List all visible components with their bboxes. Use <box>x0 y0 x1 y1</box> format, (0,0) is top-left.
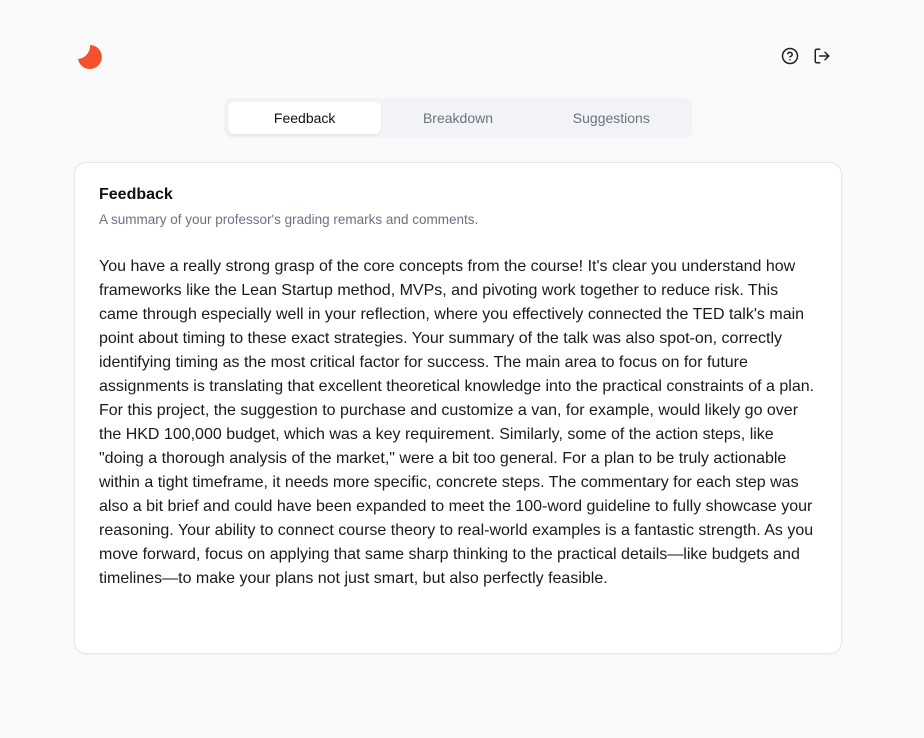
logout-icon[interactable] <box>812 44 832 68</box>
card-subtitle: A summary of your professor's grading re… <box>99 212 479 227</box>
tab-bar: Feedback Breakdown Suggestions <box>224 98 692 138</box>
tab-suggestions[interactable]: Suggestions <box>535 102 688 134</box>
tab-feedback[interactable]: Feedback <box>228 102 382 134</box>
help-circle-icon[interactable] <box>780 44 800 68</box>
header-actions <box>780 44 832 68</box>
page: Feedback Breakdown Suggestions Feedback … <box>0 0 924 738</box>
card-title: Feedback <box>99 186 173 203</box>
crescent-logo-icon[interactable] <box>76 44 102 70</box>
tab-breakdown[interactable]: Breakdown <box>381 102 534 134</box>
feedback-card: Feedback A summary of your professor's g… <box>74 162 842 654</box>
feedback-text: You have a really strong grasp of the co… <box>99 258 815 587</box>
